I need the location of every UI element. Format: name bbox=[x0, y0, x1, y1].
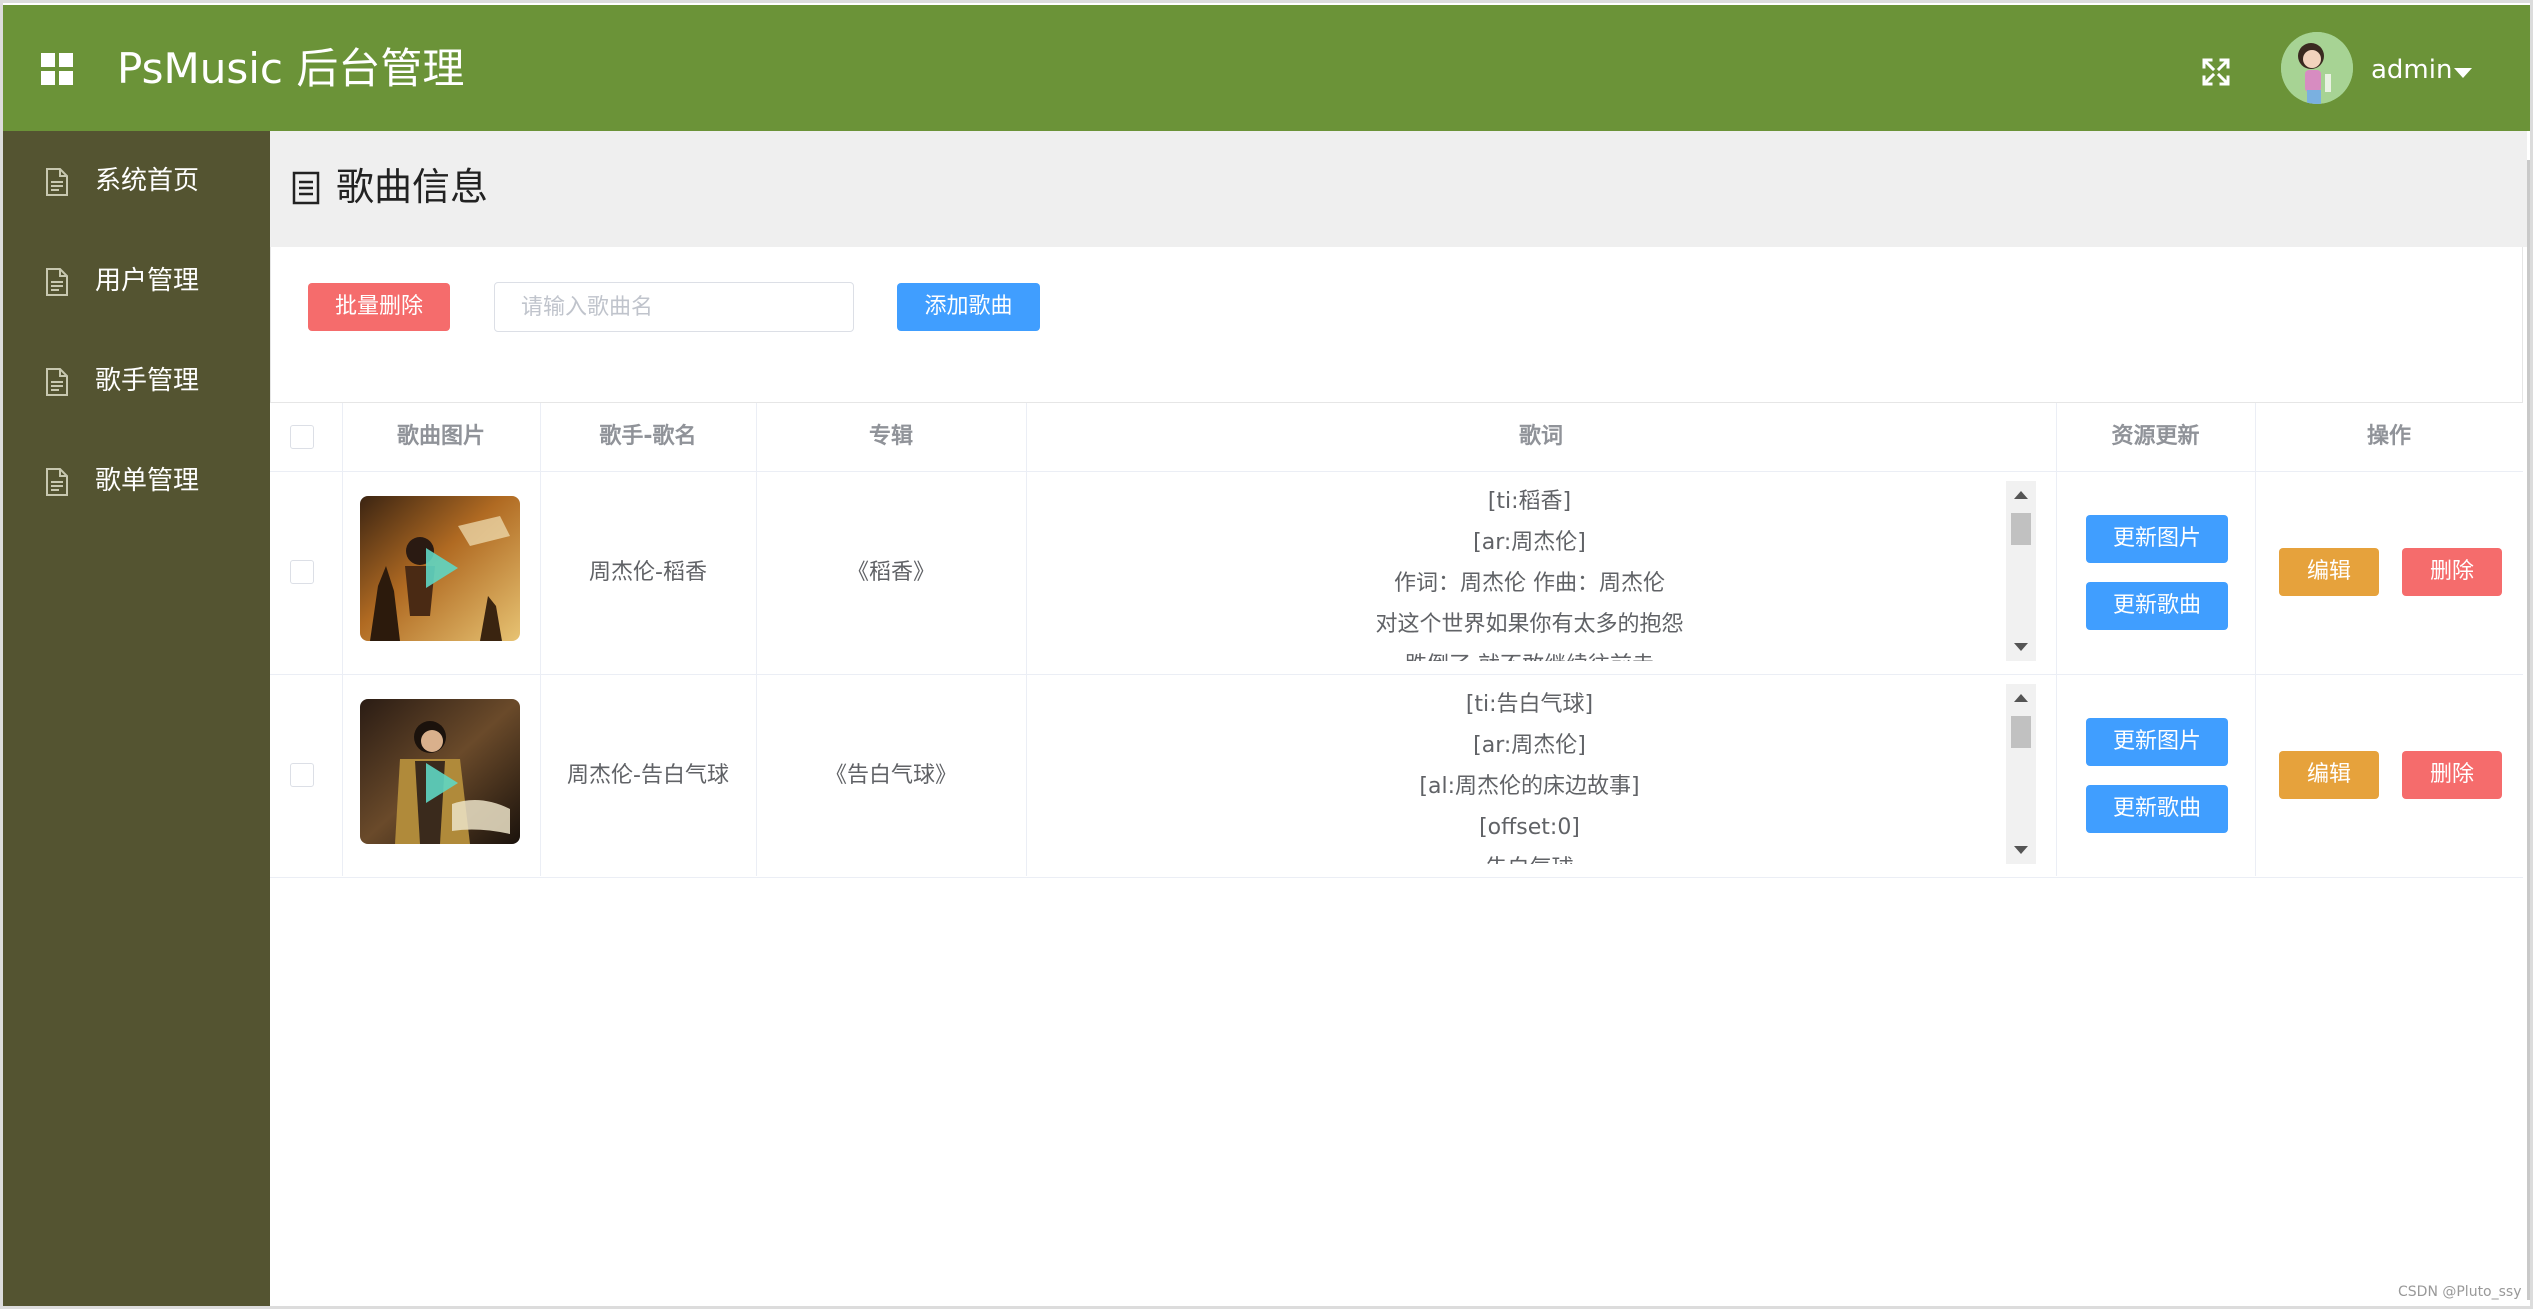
fullscreen-icon[interactable] bbox=[2201, 57, 2231, 87]
singer-song-cell: 周杰伦-稻香 bbox=[589, 560, 707, 585]
grid-icon[interactable] bbox=[41, 53, 73, 85]
update-song-button[interactable]: 更新歌曲 bbox=[2086, 582, 2228, 630]
update-image-button[interactable]: 更新图片 bbox=[2086, 718, 2228, 766]
lyric-line: [al:周杰伦的床边故事] bbox=[1419, 774, 1640, 799]
caret-down-icon[interactable] bbox=[2454, 68, 2472, 78]
lyric-line: [ti:告白气球] bbox=[1465, 692, 1594, 717]
search-input[interactable] bbox=[494, 282, 854, 332]
sidebar-item-label: 歌单管理 bbox=[95, 466, 200, 496]
lyrics-scrollbar[interactable] bbox=[2006, 684, 2036, 864]
column-header-album: 专辑 bbox=[868, 424, 913, 449]
sidebar-item-users[interactable]: 用户管理 bbox=[3, 231, 270, 331]
scroll-down-arrow-icon[interactable] bbox=[2014, 846, 2028, 854]
column-header-cover: 歌曲图片 bbox=[396, 424, 485, 449]
user-name[interactable]: admin bbox=[2371, 53, 2452, 87]
lyric-line: 跌倒了 就不敢继续往前走 bbox=[1023, 645, 2036, 661]
column-header-resource-update: 资源更新 bbox=[2111, 424, 2200, 449]
title-band: 歌曲信息 bbox=[270, 131, 2527, 247]
scroll-up-arrow-icon[interactable] bbox=[2014, 694, 2028, 702]
sidebar-item-home[interactable]: 系统首页 bbox=[3, 131, 270, 231]
update-song-button[interactable]: 更新歌曲 bbox=[2086, 785, 2228, 833]
edit-button[interactable]: 编辑 bbox=[2279, 548, 2379, 596]
select-all-checkbox[interactable] bbox=[290, 425, 314, 449]
batch-delete-button[interactable]: 批量删除 bbox=[308, 283, 450, 331]
lyric-line: 告白气球 bbox=[1023, 848, 2036, 864]
table-row: 周杰伦-告白气球 《告白气球》 [ti:告白气球] [ar:周杰伦] [al:周… bbox=[270, 674, 2523, 878]
scroll-up-arrow-icon[interactable] bbox=[2014, 491, 2028, 499]
sidebar-item-label: 系统首页 bbox=[95, 166, 200, 196]
sidebar: 系统首页 用户管理 歌手管理 歌单管理 bbox=[3, 131, 270, 1306]
toolbar: 批量删除 添加歌曲 bbox=[270, 247, 2523, 403]
document-icon bbox=[46, 168, 68, 196]
lyric-line: 作词：周杰伦 作曲：周杰伦 bbox=[1394, 571, 1665, 596]
scroll-thumb[interactable] bbox=[2011, 513, 2031, 545]
delete-button[interactable]: 删除 bbox=[2402, 751, 2502, 799]
sidebar-item-label: 用户管理 bbox=[95, 266, 200, 296]
avatar[interactable] bbox=[2281, 32, 2353, 104]
delete-button[interactable]: 删除 bbox=[2402, 548, 2502, 596]
row-checkbox[interactable] bbox=[290, 763, 314, 787]
update-image-button[interactable]: 更新图片 bbox=[2086, 515, 2228, 563]
sidebar-item-label: 歌手管理 bbox=[95, 366, 200, 396]
song-cover-image[interactable] bbox=[360, 699, 520, 844]
app-title: PsMusic 后台管理 bbox=[117, 44, 465, 93]
table-header: 歌曲图片 歌手-歌名 专辑 歌词 资源更新 操作 bbox=[270, 403, 2523, 472]
scroll-down-arrow-icon[interactable] bbox=[2014, 643, 2028, 651]
lyrics-scroll-area[interactable]: [ti:稻香] [ar:周杰伦] 作词：周杰伦 作曲：周杰伦 对这个世界如果你有… bbox=[1023, 481, 2036, 661]
lyrics-scroll-area[interactable]: [ti:告白气球] [ar:周杰伦] [al:周杰伦的床边故事] [offset… bbox=[1023, 684, 2036, 864]
lyric-line: 对这个世界如果你有太多的抱怨 bbox=[1375, 612, 1684, 637]
lyric-line: [ar:周杰伦] bbox=[1473, 530, 1586, 555]
column-header-actions: 操作 bbox=[2366, 424, 2411, 449]
row-checkbox[interactable] bbox=[290, 560, 314, 584]
album-cell: 《稻香》 bbox=[846, 560, 935, 585]
scroll-thumb[interactable] bbox=[2011, 716, 2031, 748]
sidebar-item-singers[interactable]: 歌手管理 bbox=[3, 331, 270, 431]
lyric-line: [ti:稻香] bbox=[1487, 489, 1572, 514]
document-icon bbox=[46, 368, 68, 396]
page-scrollbar[interactable] bbox=[2527, 160, 2530, 1300]
column-header-singer-song: 歌手-歌名 bbox=[599, 424, 697, 449]
watermark: CSDN @Pluto_ssy bbox=[2398, 1284, 2522, 1300]
list-icon bbox=[292, 171, 320, 205]
edit-button[interactable]: 编辑 bbox=[2279, 751, 2379, 799]
sidebar-item-playlists[interactable]: 歌单管理 bbox=[3, 431, 270, 531]
page-title: 歌曲信息 bbox=[336, 165, 489, 209]
singer-song-cell: 周杰伦-告白气球 bbox=[567, 763, 729, 788]
column-header-lyrics: 歌词 bbox=[1518, 424, 1563, 449]
lyric-line: [offset:0] bbox=[1479, 815, 1580, 840]
document-icon bbox=[46, 468, 68, 496]
table-row: 周杰伦-稻香 《稻香》 [ti:稻香] [ar:周杰伦] 作词：周杰伦 作曲：周… bbox=[270, 471, 2523, 675]
document-icon bbox=[46, 268, 68, 296]
add-song-button[interactable]: 添加歌曲 bbox=[897, 283, 1040, 331]
album-cell: 《告白气球》 bbox=[824, 763, 957, 788]
top-header: PsMusic 后台管理 admin bbox=[3, 5, 2530, 131]
lyric-line: [ar:周杰伦] bbox=[1473, 733, 1586, 758]
lyrics-scrollbar[interactable] bbox=[2006, 481, 2036, 661]
song-cover-image[interactable] bbox=[360, 496, 520, 641]
